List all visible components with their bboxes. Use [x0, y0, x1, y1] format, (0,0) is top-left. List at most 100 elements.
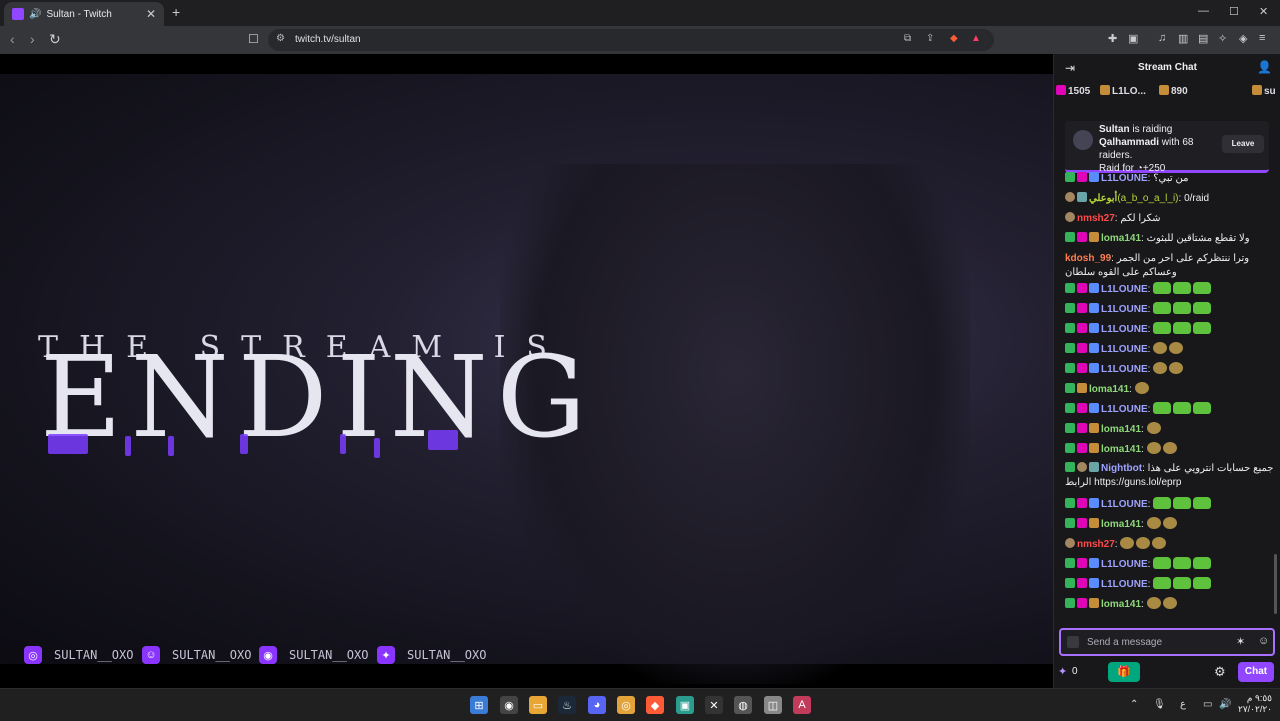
- back-button[interactable]: ‹: [10, 31, 15, 47]
- cat-emote-icon[interactable]: [1153, 577, 1172, 589]
- vip-badge-icon[interactable]: [1077, 518, 1087, 528]
- skull-badge-icon[interactable]: [1065, 212, 1075, 222]
- chat-username[interactable]: Nightbot: [1101, 463, 1142, 474]
- gold-emote-icon[interactable]: [1162, 517, 1177, 529]
- emote-picker-icon[interactable]: ☺: [1258, 635, 1269, 647]
- network-icon[interactable]: ▭: [1203, 699, 1212, 710]
- cat-emote-icon[interactable]: [1173, 282, 1192, 294]
- chat-username[interactable]: loma141: [1101, 519, 1141, 530]
- cat-emote-icon[interactable]: [1173, 577, 1192, 589]
- chat-username[interactable]: L1LOUNE: [1101, 284, 1148, 295]
- chat-scrollbar[interactable]: [1274, 554, 1277, 614]
- chat-badge-icon[interactable]: [1067, 636, 1079, 648]
- tab-twitch[interactable]: 🔊 Sultan - Twitch ✕: [4, 2, 164, 26]
- cat-emote-icon[interactable]: [1193, 322, 1212, 334]
- vip-badge-icon[interactable]: [1077, 303, 1087, 313]
- cat-emote-icon[interactable]: [1153, 322, 1172, 334]
- video-player[interactable]: THE STREAM IS ENDING ◎ SULTAN__OXO ☺ SUL…: [0, 54, 1053, 688]
- site-settings-icon[interactable]: ⚙: [276, 33, 285, 44]
- tray-arrow-icon[interactable]: ⌃: [1130, 699, 1138, 710]
- gift-badge-icon[interactable]: [1077, 383, 1087, 393]
- sub-badge-icon[interactable]: [1065, 423, 1075, 433]
- gift-badge-icon[interactable]: [1089, 518, 1099, 528]
- audio-playing-icon[interactable]: 🔊: [29, 9, 41, 20]
- ver-badge-icon[interactable]: [1089, 323, 1099, 333]
- leo-ai-icon[interactable]: ✧: [1218, 32, 1227, 45]
- file-explorer-icon[interactable]: ▭: [529, 696, 547, 714]
- cat-emote-icon[interactable]: [1193, 282, 1212, 294]
- cat-emote-icon[interactable]: [1173, 322, 1192, 334]
- app-icon[interactable]: A: [793, 696, 811, 714]
- system-clock[interactable]: ٩:٥٥ م ٢٧/٠٢/٢٠: [1238, 693, 1272, 715]
- sub-badge-icon[interactable]: [1065, 518, 1075, 528]
- ver-badge-icon[interactable]: [1089, 558, 1099, 568]
- tab-close-icon[interactable]: ✕: [146, 7, 156, 21]
- ver-badge-icon[interactable]: [1089, 343, 1099, 353]
- gift-badge-icon[interactable]: [1089, 423, 1099, 433]
- chat-username[interactable]: L1LOUNE: [1101, 304, 1148, 315]
- cat-emote-icon[interactable]: [1173, 557, 1192, 569]
- leaderboard-entry[interactable]: L1LO...: [1100, 85, 1146, 97]
- app-icon[interactable]: ◫: [764, 696, 782, 714]
- chat-username[interactable]: L1LOUNE: [1101, 559, 1148, 570]
- cat-emote-icon[interactable]: [1173, 302, 1192, 314]
- leaderboard-entry[interactable]: su: [1252, 85, 1276, 97]
- chat-settings-icon[interactable]: ⚙: [1214, 664, 1226, 680]
- ver-badge-icon[interactable]: [1089, 498, 1099, 508]
- new-tab-button[interactable]: +: [172, 4, 180, 20]
- chat-username[interactable]: L1LOUNE: [1101, 404, 1148, 415]
- music-icon[interactable]: ♫: [1158, 32, 1166, 44]
- menu-icon[interactable]: ≡: [1259, 32, 1265, 44]
- gold-emote-icon[interactable]: [1162, 597, 1177, 609]
- sub-badge-icon[interactable]: [1065, 283, 1075, 293]
- wallet-icon[interactable]: ▤: [1198, 32, 1208, 45]
- ver-badge-icon[interactable]: [1089, 283, 1099, 293]
- ver-badge-icon[interactable]: [1089, 363, 1099, 373]
- bot-badge-icon[interactable]: [1077, 192, 1087, 202]
- vip-badge-icon[interactable]: [1077, 423, 1087, 433]
- vip-badge-icon[interactable]: [1077, 343, 1087, 353]
- chat-username[interactable]: L1LOUNE: [1101, 499, 1148, 510]
- ver-badge-icon[interactable]: [1089, 578, 1099, 588]
- chat-username[interactable]: L1LOUNE: [1101, 364, 1148, 375]
- chat-username[interactable]: loma141: [1089, 384, 1129, 395]
- chat-username[interactable]: L1LOUNE: [1101, 324, 1148, 335]
- cat-emote-icon[interactable]: [1193, 402, 1212, 414]
- terminal-icon[interactable]: ✕: [705, 696, 723, 714]
- reload-button[interactable]: ↻: [49, 31, 61, 48]
- gold-emote-icon[interactable]: [1152, 537, 1167, 549]
- gold-emote-icon[interactable]: [1146, 517, 1161, 529]
- cat-emote-icon[interactable]: [1193, 302, 1212, 314]
- sidebar-icon[interactable]: ▥: [1178, 32, 1188, 45]
- obs-icon[interactable]: ◍: [734, 696, 752, 714]
- cat-emote-icon[interactable]: [1153, 402, 1172, 414]
- gold-emote-icon[interactable]: [1146, 597, 1161, 609]
- sub-badge-icon[interactable]: [1065, 232, 1075, 242]
- chat-username[interactable]: loma141: [1101, 444, 1141, 455]
- chat-username[interactable]: loma141: [1101, 424, 1141, 435]
- chat-username[interactable]: أبوعلي: [1089, 193, 1117, 204]
- chrome-icon[interactable]: ◎: [617, 696, 635, 714]
- vip-badge-icon[interactable]: [1077, 598, 1087, 608]
- cat-emote-icon[interactable]: [1193, 497, 1212, 509]
- community-icon[interactable]: 👤: [1257, 60, 1272, 74]
- vip-badge-icon[interactable]: [1077, 443, 1087, 453]
- sub-badge-icon[interactable]: [1065, 443, 1075, 453]
- vip-badge-icon[interactable]: [1077, 578, 1087, 588]
- sub-badge-icon[interactable]: [1065, 558, 1075, 568]
- gold-emote-icon[interactable]: [1146, 422, 1161, 434]
- gold-emote-icon[interactable]: [1153, 342, 1168, 354]
- forward-button[interactable]: ›: [30, 31, 35, 47]
- skull-badge-icon[interactable]: [1065, 192, 1075, 202]
- ver-badge-icon[interactable]: [1089, 172, 1099, 182]
- vip-badge-icon[interactable]: [1077, 558, 1087, 568]
- sub-badge-icon[interactable]: [1065, 363, 1075, 373]
- gold-emote-icon[interactable]: [1169, 362, 1184, 374]
- search-icon[interactable]: ◉: [500, 696, 518, 714]
- chat-username[interactable]: loma141: [1101, 233, 1141, 244]
- chat-username[interactable]: nmsh27: [1077, 213, 1115, 224]
- cat-emote-icon[interactable]: [1193, 557, 1212, 569]
- extensions-icon[interactable]: ✚: [1108, 32, 1117, 45]
- sub-badge-icon[interactable]: [1065, 598, 1075, 608]
- vip-badge-icon[interactable]: [1077, 172, 1087, 182]
